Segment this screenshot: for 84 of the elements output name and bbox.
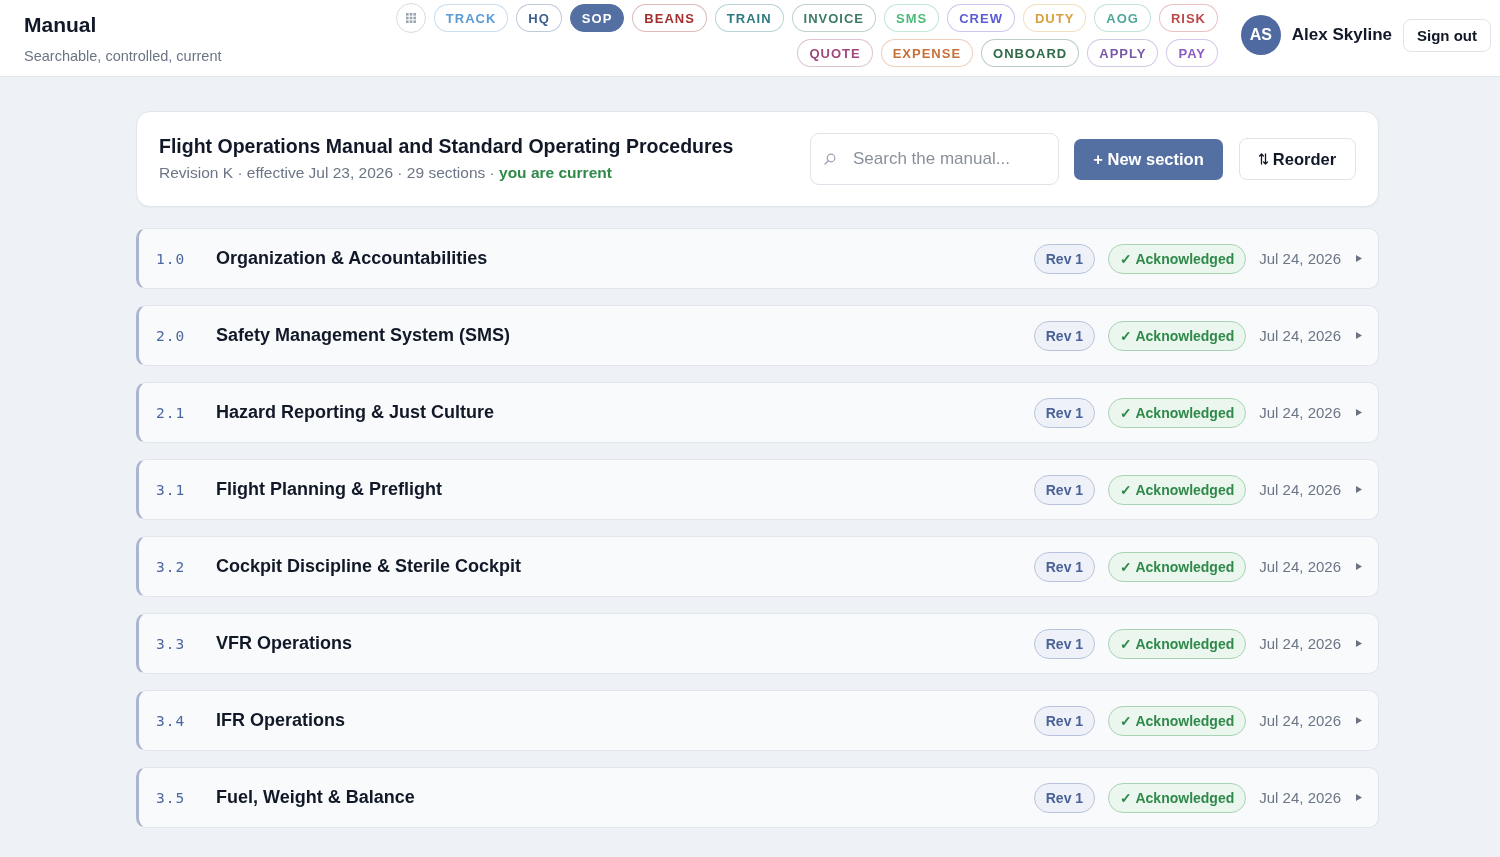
acknowledged-badge: ✓ Acknowledged — [1108, 243, 1247, 274]
acknowledged-badge: ✓ Acknowledged — [1108, 474, 1247, 505]
revision-badge: Rev 1 — [1033, 705, 1096, 736]
app-tab[interactable]: SOP — [569, 4, 625, 32]
section-number: 2.0 — [156, 327, 187, 344]
app-tab[interactable]: APPLY — [1087, 39, 1159, 67]
section-title: IFR Operations — [216, 710, 345, 731]
section-number: 3.1 — [156, 481, 187, 498]
user-avatar: AS — [1240, 15, 1281, 55]
expand-caret-icon[interactable] — [1356, 717, 1362, 724]
section-row[interactable]: 3.3 VFR Operations Rev 1 ✓ Acknowledged Jul 24, 2026 — [136, 613, 1379, 674]
section-date: Jul 24, 2026 — [1259, 712, 1341, 729]
section-row[interactable]: 3.4 IFR Operations Rev 1 ✓ Acknowledged Jul 24, 2026 — [136, 690, 1379, 751]
section-row[interactable]: 2.1 Hazard Reporting & Just Culture Rev 1 ✓ Acknowledged Jul 24, 2026 — [136, 382, 1379, 443]
reorder-button[interactable]: Reorder — [1239, 138, 1356, 180]
manual-meta: Revision K · effective Jul 23, 2026 · 29 sections · you are current — [159, 162, 613, 183]
section-number: 3.4 — [156, 712, 187, 729]
section-number: 2.1 — [156, 404, 187, 421]
search-field[interactable]: Search the manual... — [810, 133, 1059, 185]
acknowledged-badge: ✓ Acknowledged — [1108, 705, 1247, 736]
section-title: Flight Planning & Preflight — [216, 479, 442, 500]
section-number: 3.2 — [156, 558, 187, 575]
expand-caret-icon[interactable] — [1356, 640, 1362, 647]
app-tab[interactable]: CREW — [947, 4, 1015, 32]
section-date: Jul 24, 2026 — [1259, 635, 1341, 652]
acknowledged-badge: ✓ Acknowledged — [1108, 551, 1247, 582]
apps-menu-button[interactable] — [395, 3, 426, 33]
section-row[interactable]: 3.1 Flight Planning & Preflight Rev 1 ✓ Acknowledged Jul 24, 2026 — [136, 459, 1379, 520]
section-title: Fuel, Weight & Balance — [216, 787, 415, 808]
app-tab[interactable]: TRAIN — [714, 4, 784, 32]
section-date: Jul 24, 2026 — [1259, 250, 1341, 267]
user-name: Alex Skyline — [1291, 25, 1392, 45]
section-title: Organization & Accountabilities — [216, 248, 488, 269]
section-date: Jul 24, 2026 — [1259, 558, 1341, 575]
section-number: 1.0 — [156, 250, 187, 267]
section-row[interactable]: 2.0 Safety Management System (SMS) Rev 1 ✓ Acknowledged Jul 24, 2026 — [136, 305, 1379, 366]
app-tab[interactable]: AOG — [1094, 4, 1151, 32]
grid-icon — [405, 13, 416, 23]
expand-caret-icon[interactable] — [1356, 794, 1362, 801]
app-tab[interactable]: INVOICE — [791, 4, 877, 32]
app-tab[interactable]: BEANS — [632, 4, 707, 32]
section-row[interactable]: 1.0 Organization & Accountabilities Rev 1 ✓ Acknowledged Jul 24, 2026 — [136, 228, 1379, 289]
app-tab[interactable]: ONBOARD — [981, 39, 1080, 67]
section-title: Cockpit Discipline & Sterile Cockpit — [216, 556, 522, 577]
section-date: Jul 24, 2026 — [1259, 789, 1341, 806]
revision-badge: Rev 1 — [1033, 551, 1096, 582]
expand-caret-icon[interactable] — [1356, 486, 1362, 493]
revision-badge: Rev 1 — [1033, 397, 1096, 428]
revision-badge: Rev 1 — [1033, 782, 1096, 813]
sort-arrows-icon — [1258, 153, 1268, 165]
section-title: Safety Management System (SMS) — [216, 325, 511, 346]
app-tab[interactable]: PAY — [1166, 39, 1218, 67]
section-date: Jul 24, 2026 — [1259, 481, 1341, 498]
section-row[interactable]: 3.2 Cockpit Discipline & Sterile Cockpit Rev 1 ✓ Acknowledged Jul 24, 2026 — [136, 536, 1379, 597]
revision-badge: Rev 1 — [1033, 474, 1096, 505]
page-title: Manual — [24, 12, 98, 38]
search-icon — [824, 153, 836, 165]
revision-badge: Rev 1 — [1033, 243, 1096, 274]
acknowledged-badge: ✓ Acknowledged — [1108, 397, 1247, 428]
section-title: Hazard Reporting & Just Culture — [216, 402, 495, 423]
app-tab[interactable]: TRACK — [433, 4, 509, 32]
section-row[interactable]: 3.5 Fuel, Weight & Balance Rev 1 ✓ Acknowledged Jul 24, 2026 — [136, 767, 1379, 828]
section-title: VFR Operations — [216, 633, 353, 654]
expand-caret-icon[interactable] — [1356, 255, 1362, 262]
expand-caret-icon[interactable] — [1356, 409, 1362, 416]
page-subtitle: Searchable, controlled, current — [24, 47, 223, 65]
app-tab[interactable]: HQ — [516, 4, 562, 32]
section-date: Jul 24, 2026 — [1259, 327, 1341, 344]
sign-out-button[interactable]: Sign out — [1403, 18, 1491, 52]
section-number: 3.3 — [156, 635, 187, 652]
revision-badge: Rev 1 — [1033, 628, 1096, 659]
app-tab[interactable]: EXPENSE — [880, 39, 974, 67]
revision-badge: Rev 1 — [1033, 320, 1096, 351]
expand-caret-icon[interactable] — [1356, 563, 1362, 570]
new-section-button[interactable]: + New section — [1074, 138, 1223, 180]
acknowledged-badge: ✓ Acknowledged — [1108, 782, 1247, 813]
manual-title: Flight Operations Manual and Standard Operating Procedures — [159, 133, 734, 158]
acknowledged-badge: ✓ Acknowledged — [1108, 320, 1247, 351]
section-date: Jul 24, 2026 — [1259, 404, 1341, 421]
app-tab[interactable]: QUOTE — [797, 39, 873, 67]
expand-caret-icon[interactable] — [1356, 332, 1362, 339]
acknowledged-badge: ✓ Acknowledged — [1108, 628, 1247, 659]
section-number: 3.5 — [156, 789, 187, 806]
app-tab[interactable]: RISK — [1158, 4, 1218, 32]
